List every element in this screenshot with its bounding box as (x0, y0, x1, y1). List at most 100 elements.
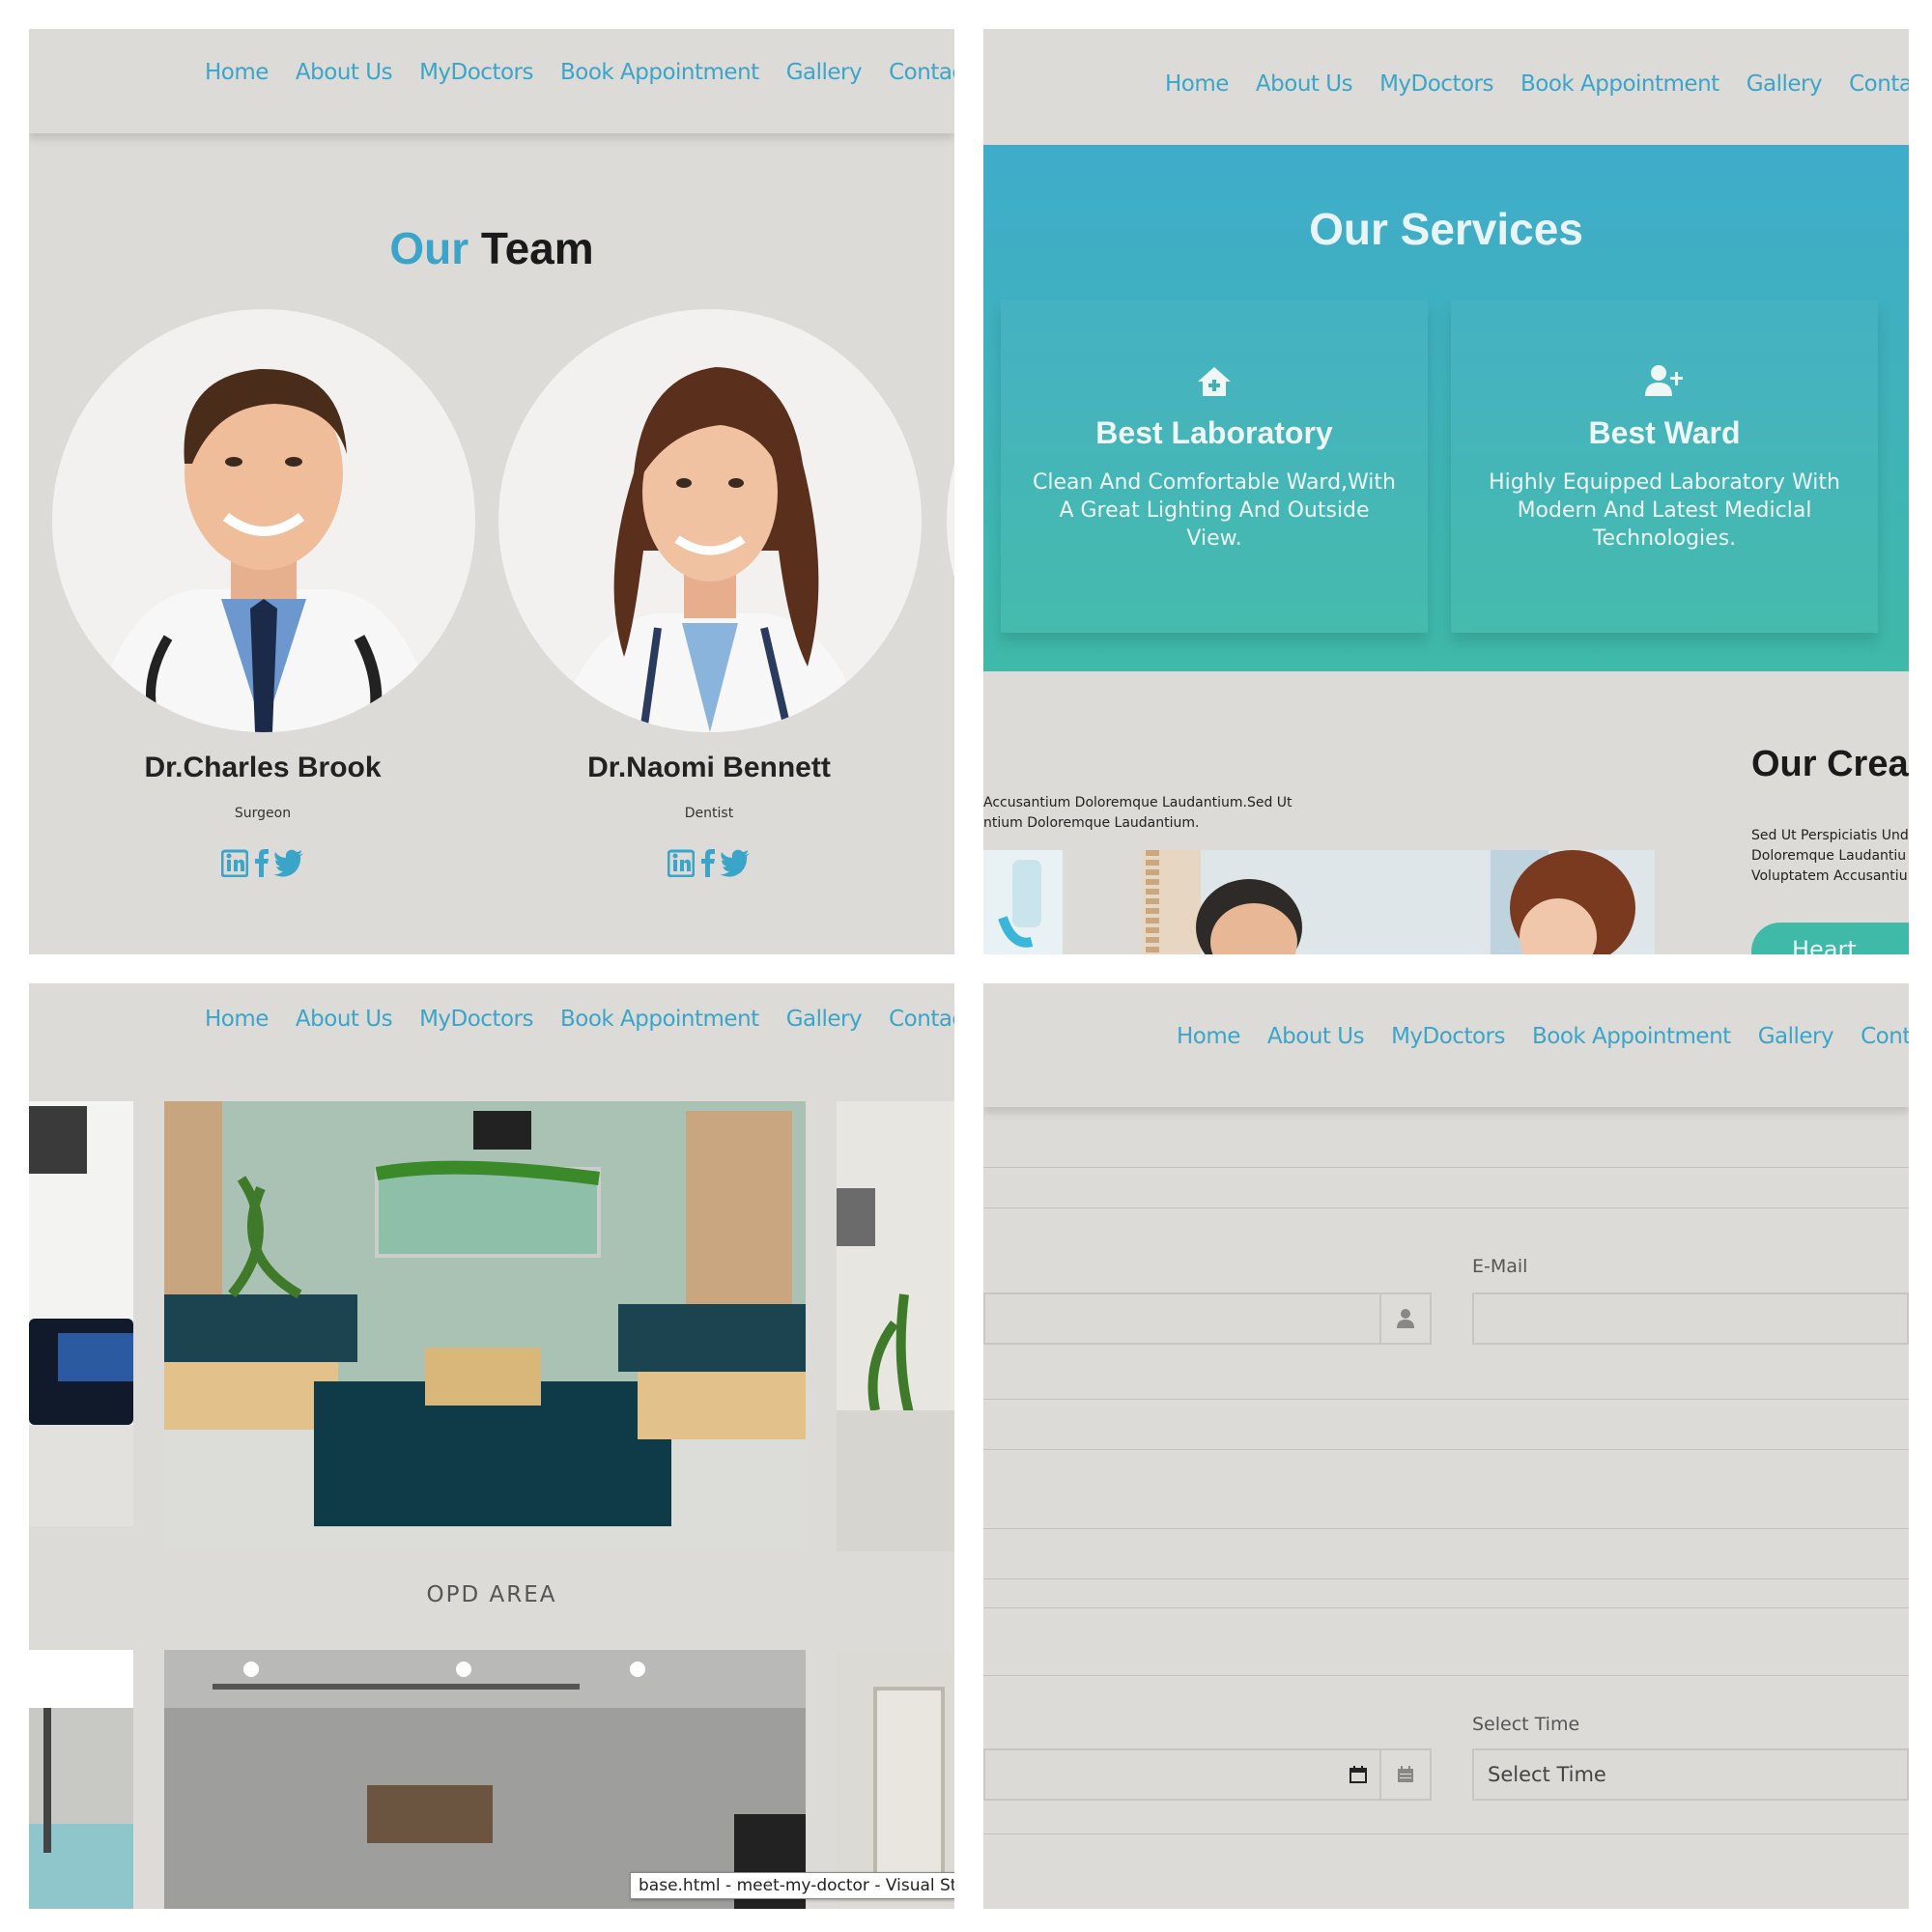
social-links (497, 848, 922, 877)
divider (983, 1578, 1909, 1579)
gallery-panel: Home About Us MyDoctors Book Appointment… (29, 983, 954, 1909)
doctor-photo (498, 309, 922, 732)
team-title-rest: Team (480, 223, 594, 273)
right-paragraph-line: Voluptatem Accusantiu (1751, 868, 1908, 884)
gallery-image[interactable] (29, 1101, 133, 1526)
lab-image (983, 850, 1063, 954)
nav-book-appointment[interactable]: Book Appointment (1532, 1024, 1731, 1049)
nav-contact[interactable]: Contact (1849, 71, 1909, 97)
divider (983, 1833, 1909, 1834)
twitter-icon[interactable] (720, 848, 751, 877)
nav-gallery[interactable]: Gallery (1758, 1024, 1834, 1049)
right-paragraph: Sed Ut Perspiciatis Und Doloremque Lauda… (1751, 826, 1909, 887)
calendar-icon (1379, 1748, 1432, 1801)
nav-home[interactable]: Home (205, 60, 269, 85)
opd-area-image[interactable] (164, 1101, 806, 1551)
nav-book-appointment[interactable]: Book Appointment (560, 1007, 759, 1032)
email-field[interactable] (1472, 1293, 1909, 1345)
team-panel: Home About Us MyDoctors Book Appointment… (29, 29, 954, 954)
service-card: Best Laboratory Clean And Comfortable Wa… (1001, 299, 1428, 633)
team-title: Our Team (29, 222, 954, 274)
right-paragraph-line: Sed Ut Perspiciatis Und (1751, 828, 1909, 843)
nav-home[interactable]: Home (1177, 1024, 1240, 1049)
nav-mydoctors[interactable]: MyDoctors (1379, 71, 1493, 97)
appointment-form-panel: Home About Us MyDoctors Book Appointment… (983, 983, 1909, 1909)
facebook-icon[interactable] (698, 848, 716, 877)
creative-title: Our Creat (1751, 744, 1909, 784)
gallery-image[interactable] (837, 1101, 954, 1551)
time-select[interactable]: Select Time (1472, 1748, 1909, 1801)
divider (983, 1399, 1909, 1400)
nav-about[interactable]: About Us (1256, 71, 1353, 97)
doctor-role: Surgeon (234, 806, 292, 821)
time-select-value: Select Time (1488, 1763, 1606, 1786)
linkedin-icon[interactable] (221, 848, 248, 877)
user-plus-icon (1645, 365, 1683, 396)
service-title: Best Laboratory (1095, 415, 1333, 450)
navbar: Home About Us MyDoctors Book Appointment… (29, 29, 954, 133)
taskbar-tooltip: base.html - meet-my-doctor - Visual Stu (630, 1872, 954, 1899)
name-field[interactable] (983, 1293, 1381, 1345)
user-icon (1379, 1293, 1432, 1345)
doctor-name: Dr.Naomi Bennett (587, 752, 831, 783)
divider (983, 1528, 1909, 1529)
service-title: Best Ward (1588, 415, 1741, 450)
nav-contact[interactable]: Contact U (889, 1007, 954, 1032)
nav-mydoctors[interactable]: MyDoctors (419, 60, 533, 85)
calendar-picker-icon[interactable] (1349, 1765, 1368, 1784)
service-desc: Highly Equipped Laboratory With Modern A… (1489, 470, 1840, 551)
divider (983, 1449, 1909, 1450)
doctor-role: Dentist (684, 806, 734, 821)
nav-home[interactable]: Home (1165, 71, 1229, 97)
navbar: Home About Us MyDoctors Book Appointment… (983, 29, 1909, 145)
gallery-image[interactable] (29, 1650, 133, 1909)
gallery-image[interactable] (837, 1650, 954, 1909)
house-medical-icon (1198, 367, 1231, 396)
service-card: Best Ward Highly Equipped Laboratory Wit… (1451, 299, 1878, 633)
left-paragraph-line: ntium Doloremque Laudantium. (983, 815, 1200, 831)
divider (983, 1675, 1909, 1676)
nav-gallery[interactable]: Gallery (786, 60, 863, 85)
nav-links: Home About Us MyDoctors Book Appointment… (1165, 71, 1909, 97)
divider (983, 1607, 1909, 1608)
services-title: Our Services (1309, 204, 1583, 254)
time-label: Select Time (1472, 1714, 1580, 1735)
email-label: E-Mail (1472, 1256, 1528, 1277)
doctor-name: Dr.Charles Brook (144, 752, 382, 783)
doctor-photo-partial (947, 309, 954, 732)
nav-mydoctors[interactable]: MyDoctors (1391, 1024, 1505, 1049)
services-section: Our Services Best Laboratory Clean And C… (983, 145, 1909, 671)
date-field[interactable] (983, 1748, 1381, 1801)
nav-book-appointment[interactable]: Book Appointment (1520, 71, 1719, 97)
nav-home[interactable]: Home (205, 1007, 269, 1032)
right-paragraph-line: Doloremque Laudantiu (1751, 848, 1907, 864)
nav-contact[interactable]: Contact (889, 60, 954, 85)
nav-book-appointment[interactable]: Book Appointment (560, 60, 759, 85)
team-title-accent: Our (389, 223, 469, 273)
heart-button[interactable]: Heart (1751, 923, 1909, 954)
reception-image[interactable] (164, 1650, 806, 1909)
nav-links: Home About Us MyDoctors Book Appointment… (205, 1007, 954, 1032)
linkedin-icon[interactable] (668, 848, 695, 877)
nav-gallery[interactable]: Gallery (786, 1007, 863, 1032)
navbar: Home About Us MyDoctors Book Appointment… (29, 983, 954, 1099)
nav-about[interactable]: About Us (296, 60, 393, 85)
navbar: Home About Us MyDoctors Book Appointment… (983, 983, 1909, 1107)
nav-links: Home About Us MyDoctors Book Appointment… (205, 60, 954, 85)
nav-links: Home About Us MyDoctors Book Appointment… (1177, 1024, 1909, 1049)
nav-about[interactable]: About Us (296, 1007, 393, 1032)
nav-mydoctors[interactable]: MyDoctors (419, 1007, 533, 1032)
twitter-icon[interactable] (273, 848, 304, 877)
services-panel: Home About Us MyDoctors Book Appointment… (983, 29, 1909, 954)
divider (983, 1167, 1909, 1168)
left-paragraph: Accusantium Doloremque Laudantium.Sed Ut… (983, 793, 1293, 834)
social-links (50, 848, 475, 877)
gallery-caption: OPD AREA (426, 1582, 557, 1607)
facebook-icon[interactable] (252, 848, 270, 877)
service-desc: Clean And Comfortable Ward,With A Great … (1033, 470, 1396, 551)
left-paragraph-line: Accusantium Doloremque Laudantium.Sed Ut (983, 795, 1293, 810)
nav-contact[interactable]: Contact (1861, 1024, 1909, 1049)
heart-button-label: Heart (1792, 936, 1857, 954)
nav-gallery[interactable]: Gallery (1747, 71, 1823, 97)
nav-about[interactable]: About Us (1267, 1024, 1365, 1049)
